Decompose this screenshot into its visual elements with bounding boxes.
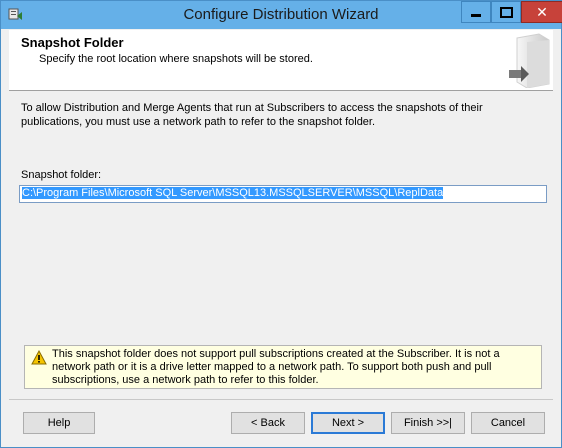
warning-icon — [31, 350, 47, 365]
snapshot-folder-value: C:\Program Files\Microsoft SQL Server\MS… — [22, 187, 444, 199]
title-bar[interactable]: Configure Distribution Wizard ✕ — [1, 1, 562, 29]
minimize-button[interactable] — [461, 1, 491, 23]
minimize-icon — [471, 13, 481, 17]
help-button[interactable]: Help — [23, 412, 95, 434]
close-icon: ✕ — [536, 4, 548, 20]
wizard-header: Snapshot Folder Specify the root locatio… — [9, 30, 553, 91]
wizard-window: Configure Distribution Wizard ✕ Snapshot… — [0, 0, 562, 448]
description-text: To allow Distribution and Merge Agents t… — [21, 102, 483, 128]
warning-panel: This snapshot folder does not support pu… — [24, 345, 542, 389]
snapshot-folder-input[interactable]: C:\Program Files\Microsoft SQL Server\MS… — [19, 185, 547, 203]
next-button[interactable]: Next > — [311, 412, 385, 434]
server-illustration-icon — [509, 33, 550, 88]
maximize-icon — [499, 6, 513, 18]
page-subtitle: Specify the root location where snapshot… — [39, 53, 313, 65]
close-button[interactable]: ✕ — [521, 1, 562, 23]
snapshot-folder-label: Snapshot folder: — [21, 169, 102, 181]
wizard-footer: Help < Back Next > Finish >>| Cancel — [9, 399, 553, 440]
wizard-content: To allow Distribution and Merge Agents t… — [9, 91, 553, 391]
finish-button[interactable]: Finish >>| — [391, 412, 465, 434]
cancel-button[interactable]: Cancel — [471, 412, 545, 434]
back-button[interactable]: < Back — [231, 412, 305, 434]
page-title: Snapshot Folder — [21, 35, 124, 50]
maximize-button[interactable] — [491, 1, 521, 23]
warning-text: This snapshot folder does not support pu… — [52, 348, 500, 386]
